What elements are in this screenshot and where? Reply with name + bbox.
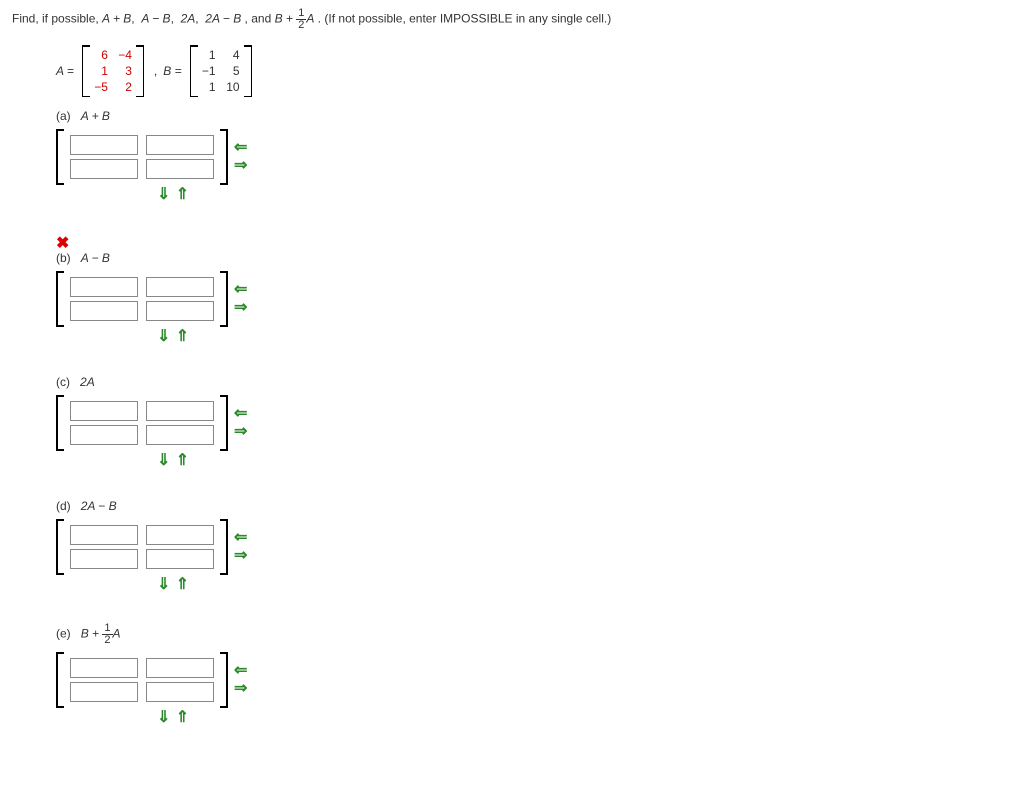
given-matrices: A = 6−4 13 −52 , B = 14 −15 110 [56, 45, 1012, 97]
cell-a-12[interactable] [146, 135, 214, 155]
part-a: (a) A + B ⇐ ⇒ ⇓ ⇑ [56, 109, 1012, 203]
matrix-b: 14 −15 110 [190, 45, 252, 97]
remove-col-icon[interactable]: ⇐ [234, 406, 247, 422]
expr-5-prefix: B + [275, 12, 297, 26]
add-row-icon[interactable]: ⇑ [176, 453, 189, 469]
cell-a-22[interactable] [146, 159, 214, 179]
matrix-a-label: A = [56, 64, 74, 78]
cell-b-11[interactable] [70, 277, 138, 297]
prompt-pre: Find, if possible, [12, 12, 102, 26]
fraction-half: 12 [296, 8, 306, 31]
prompt-post: . (If not possible, enter IMPOSSIBLE in … [318, 12, 611, 26]
cell-e-12[interactable] [146, 658, 214, 678]
add-col-icon[interactable]: ⇒ [234, 548, 247, 564]
add-col-icon[interactable]: ⇒ [234, 681, 247, 697]
cell-b-22[interactable] [146, 301, 214, 321]
col-arrows-d[interactable]: ⇐ ⇒ [234, 530, 247, 564]
part-d-label: (d) [56, 499, 71, 513]
prompt-and: , and [245, 12, 275, 26]
part-a-expr: A + B [81, 109, 110, 123]
cell-a-21[interactable] [70, 159, 138, 179]
answer-matrix-b [56, 271, 228, 327]
add-row-icon[interactable]: ⇑ [176, 329, 189, 345]
add-row-icon[interactable]: ⇑ [176, 187, 189, 203]
part-e-expr-prefix: B + [81, 627, 103, 641]
cell-c-22[interactable] [146, 425, 214, 445]
add-row-icon[interactable]: ⇑ [176, 710, 189, 726]
col-arrows-e[interactable]: ⇐ ⇒ [234, 663, 247, 697]
remove-col-icon[interactable]: ⇐ [234, 282, 247, 298]
remove-row-icon[interactable]: ⇓ [157, 187, 170, 203]
part-b-expr: A − B [81, 251, 110, 265]
cell-c-21[interactable] [70, 425, 138, 445]
part-e-expr-suffix: A [113, 627, 121, 641]
cell-c-11[interactable] [70, 401, 138, 421]
row-arrows-c[interactable]: ⇓ ⇑ [156, 453, 1012, 469]
answer-matrix-e [56, 652, 228, 708]
cell-e-11[interactable] [70, 658, 138, 678]
row-arrows-e[interactable]: ⇓ ⇑ [156, 710, 1012, 726]
row-arrows-a[interactable]: ⇓ ⇑ [156, 187, 1012, 203]
part-d-expr: 2A − B [81, 499, 117, 513]
cell-e-22[interactable] [146, 682, 214, 702]
cell-e-21[interactable] [70, 682, 138, 702]
row-arrows-b[interactable]: ⇓ ⇑ [156, 329, 1012, 345]
row-arrows-d[interactable]: ⇓ ⇑ [156, 577, 1012, 593]
question-prompt: Find, if possible, A + B, A − B, 2A, 2A … [12, 8, 1012, 31]
remove-row-icon[interactable]: ⇓ [157, 577, 170, 593]
part-b-label: (b) [56, 251, 71, 265]
part-a-label: (a) [56, 109, 71, 123]
expr-1: A + B [102, 12, 131, 26]
remove-col-icon[interactable]: ⇐ [234, 140, 247, 156]
col-arrows-b[interactable]: ⇐ ⇒ [234, 282, 247, 316]
answer-matrix-d [56, 519, 228, 575]
cell-d-11[interactable] [70, 525, 138, 545]
cell-a-11[interactable] [70, 135, 138, 155]
expr-4: 2A − B [205, 12, 241, 26]
remove-col-icon[interactable]: ⇐ [234, 663, 247, 679]
matrix-b-label: B = [163, 64, 181, 78]
fraction-half-e: 12 [102, 623, 112, 646]
part-e: (e) B + 12A ⇐ ⇒ ⇓ ⇑ [56, 623, 1012, 726]
cell-b-21[interactable] [70, 301, 138, 321]
cell-d-12[interactable] [146, 525, 214, 545]
part-c-expr: 2A [80, 375, 95, 389]
remove-col-icon[interactable]: ⇐ [234, 530, 247, 546]
add-col-icon[interactable]: ⇒ [234, 424, 247, 440]
expr-3: 2A [181, 12, 196, 26]
col-arrows-c[interactable]: ⇐ ⇒ [234, 406, 247, 440]
remove-row-icon[interactable]: ⇓ [157, 329, 170, 345]
expr-5-suffix: A [306, 12, 314, 26]
part-d: (d) 2A − B ⇐ ⇒ ⇓ ⇑ [56, 499, 1012, 593]
cell-d-21[interactable] [70, 549, 138, 569]
part-c-label: (c) [56, 375, 70, 389]
add-row-icon[interactable]: ⇑ [176, 577, 189, 593]
part-e-label: (e) [56, 627, 71, 641]
cell-c-12[interactable] [146, 401, 214, 421]
cell-b-12[interactable] [146, 277, 214, 297]
matrix-a: 6−4 13 −52 [82, 45, 144, 97]
answer-matrix-a [56, 129, 228, 185]
cell-d-22[interactable] [146, 549, 214, 569]
remove-row-icon[interactable]: ⇓ [157, 710, 170, 726]
incorrect-icon: ✖ [56, 233, 1012, 253]
add-col-icon[interactable]: ⇒ [234, 158, 247, 174]
remove-row-icon[interactable]: ⇓ [157, 453, 170, 469]
answer-matrix-c [56, 395, 228, 451]
add-col-icon[interactable]: ⇒ [234, 300, 247, 316]
separator-comma: , [154, 64, 157, 78]
part-c: (c) 2A ⇐ ⇒ ⇓ ⇑ [56, 375, 1012, 469]
col-arrows-a[interactable]: ⇐ ⇒ [234, 140, 247, 174]
part-b: (b) A − B ⇐ ⇒ ⇓ ⇑ [56, 251, 1012, 345]
expr-2: A − B [141, 12, 170, 26]
